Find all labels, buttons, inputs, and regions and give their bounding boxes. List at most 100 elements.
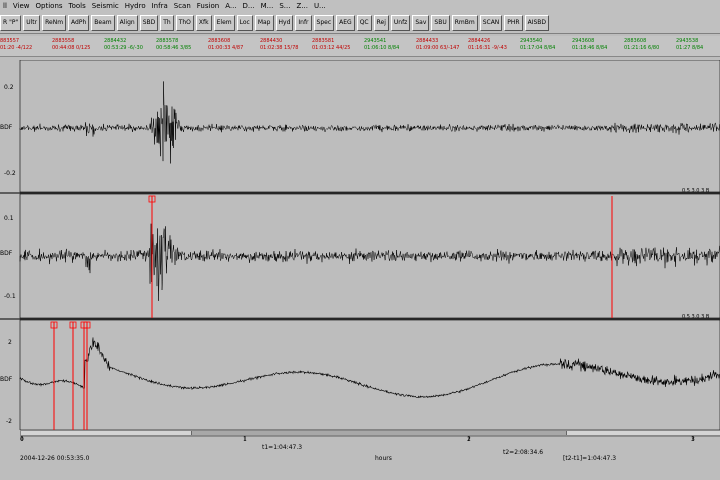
menu-item-2[interactable]: Options: [33, 0, 66, 13]
scrollbar-thumb-right[interactable]: [566, 431, 720, 435]
toolbar-button-0[interactable]: R "P": [0, 15, 22, 31]
origin-entry[interactable]: 2883578 00:58:46 3/85: [156, 38, 191, 52]
tick-3: 3: [691, 436, 695, 443]
toolbar-button-8[interactable]: ThO: [175, 15, 194, 31]
origin-entry[interactable]: 2884433 01:09:00 63/-147: [416, 38, 459, 52]
origin-id: 2883581: [312, 38, 335, 44]
toolbar-button-3[interactable]: AdPh: [68, 15, 90, 31]
time-axis: 0 1 2 3 t1=1:04:47.3 t2=2:08:34.6 2004-1…: [0, 430, 720, 480]
toolbar-button-4[interactable]: Beam: [91, 15, 115, 31]
toolbar-button-7[interactable]: Th: [160, 15, 174, 31]
origin-id: 2883608: [624, 38, 647, 44]
toolbar-button-25[interactable]: AISBD: [524, 15, 550, 31]
origin-entry[interactable]: 883557 01:20 -4/122: [0, 38, 32, 52]
origin-id: 883557: [0, 38, 20, 44]
toolbar-button-2[interactable]: ReNm: [42, 15, 67, 31]
toolbar-button-20[interactable]: Sav: [412, 15, 430, 31]
origin-entry[interactable]: 2943541 01:06:10 8/84: [364, 38, 399, 52]
origin-id: 2884430: [260, 38, 283, 44]
tick-1: 1: [243, 436, 247, 443]
origin-info: 01:02:38 15/78: [260, 45, 299, 51]
panel2-ytop-label: 0.1: [4, 215, 14, 222]
tick-2: 2: [467, 436, 471, 443]
units-label: hours: [375, 455, 392, 462]
origin-id: 2883608: [208, 38, 231, 44]
menu-item-7[interactable]: Scan: [171, 0, 194, 13]
toolbar-button-5[interactable]: Align: [116, 15, 138, 31]
toolbar-button-10[interactable]: Elem: [213, 15, 235, 31]
origin-info: 01:27 8/84: [676, 45, 704, 51]
menu-item-13[interactable]: Z...: [293, 0, 310, 13]
toolbar-button-17[interactable]: QC: [356, 15, 372, 31]
panel1-ytop-label: 0.2: [4, 84, 14, 91]
origin-entry[interactable]: 2943540 01:17:04 8/84: [520, 38, 555, 52]
origin-entry[interactable]: 2884432 00:53:29 -6/-30: [104, 38, 143, 52]
toolbar: R "P" Ultr ReNm AdPh Beam Align SBD Th ThO Xfk Ele…: [0, 13, 720, 34]
menu-item-14[interactable]: U...: [311, 0, 329, 13]
seismic-analysis-window: ll View Options Tools Seismic Hydro Infra Scan F…: [0, 0, 720, 480]
toolbar-button-21[interactable]: SBU: [431, 15, 450, 31]
menu-item-1[interactable]: View: [10, 0, 33, 13]
origin-id: 2943608: [572, 38, 595, 44]
origin-entry[interactable]: 2883608 01:00:33 4/87: [208, 38, 243, 52]
menu-bar: ll View Options Tools Seismic Hydro Infra Scan F…: [0, 0, 720, 13]
toolbar-button-11[interactable]: Loc: [236, 15, 253, 31]
waveform-canvas[interactable]: [0, 60, 720, 430]
panel3-ytop-label: 2: [8, 339, 12, 346]
waveform-display[interactable]: 0.2 BDF -0.2 0.5 3.0 3 B 0.1 BDF -0.1 0.…: [0, 60, 720, 430]
menu-item-6[interactable]: Infra: [149, 0, 171, 13]
origin-id: 2884433: [416, 38, 439, 44]
toolbar-button-22[interactable]: RmBm: [451, 15, 478, 31]
origin-id: 2943540: [520, 38, 543, 44]
panel2-channel-label: BDF: [0, 250, 13, 257]
toolbar-button-16[interactable]: AEG: [336, 15, 355, 31]
origin-info: 00:53:29 -6/-30: [104, 45, 143, 51]
panel-frame: [19, 319, 720, 430]
toolbar-button-13[interactable]: Hyd: [275, 15, 294, 31]
menu-item-8[interactable]: Fusion: [194, 0, 222, 13]
toolbar-button-6[interactable]: SBD: [139, 15, 159, 31]
menu-item-4[interactable]: Seismic: [89, 0, 122, 13]
menu-item-11[interactable]: M...: [258, 0, 277, 13]
scrollbar-thumb-left[interactable]: [21, 431, 192, 435]
start-time-label: 2004-12-26 00:53:35.0: [20, 455, 90, 462]
origin-info: 01:20 -4/122: [0, 45, 33, 51]
toolbar-button-15[interactable]: Spec: [313, 15, 335, 31]
menu-item-3[interactable]: Tools: [66, 0, 89, 13]
toolbar-button-14[interactable]: Infr: [295, 15, 312, 31]
menu-item-0[interactable]: ll: [0, 0, 10, 13]
origin-entry[interactable]: 2884426 01:16:31 -9/-43: [468, 38, 507, 52]
panel3-channel-label: BDF: [0, 376, 13, 383]
tick-0: 0: [20, 436, 24, 443]
toolbar-button-19[interactable]: Unfz: [390, 15, 411, 31]
origin-entry[interactable]: 2883558 00:44:08 0/125: [52, 38, 90, 52]
toolbar-button-9[interactable]: Xfk: [195, 15, 212, 31]
origin-info: 01:21:16 6/80: [624, 45, 660, 51]
origin-entry[interactable]: 2883581 01:03:12 44/25: [312, 38, 350, 52]
menu-item-5[interactable]: Hydro: [122, 0, 149, 13]
toolbar-button-12[interactable]: Map: [254, 15, 274, 31]
origin-id: 2943541: [364, 38, 387, 44]
toolbar-button-1[interactable]: Ultr: [23, 15, 41, 31]
origin-entry[interactable]: 2883608 01:21:16 6/80: [624, 38, 659, 52]
menu-item-9[interactable]: A...: [222, 0, 239, 13]
toolbar-button-18[interactable]: Rej: [373, 15, 389, 31]
origin-entry[interactable]: 2943608 01:18:46 8/84: [572, 38, 607, 52]
time-ticks: [20, 436, 720, 441]
origin-id: 2883558: [52, 38, 75, 44]
origin-info: 00:44:08 0/125: [52, 45, 91, 51]
origin-info: 01:18:46 8/84: [572, 45, 608, 51]
menu-item-10[interactable]: D...: [240, 0, 258, 13]
origin-id: 2884426: [468, 38, 491, 44]
toolbar-button-24[interactable]: PHR: [504, 15, 523, 31]
origin-entry[interactable]: 2884430 01:02:38 15/78: [260, 38, 298, 52]
origin-id: 2884432: [104, 38, 127, 44]
menu-item-12[interactable]: S...: [276, 0, 293, 13]
origin-info: 01:06:10 8/84: [364, 45, 400, 51]
toolbar-button-23[interactable]: SCAN: [479, 15, 503, 31]
origin-info: 01:17:04 8/84: [520, 45, 556, 51]
origin-info: 01:03:12 44/25: [312, 45, 351, 51]
t1-label: t1=1:04:47.3: [262, 444, 303, 451]
origin-entry[interactable]: 2943538 01:27 8/84: [676, 38, 703, 52]
panel2-ybottom-label: -0.1: [4, 293, 16, 300]
